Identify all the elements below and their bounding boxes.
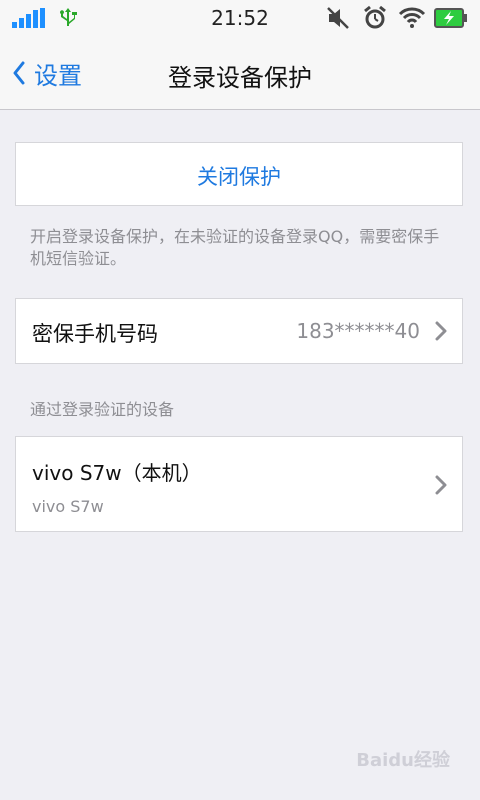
chevron-right-icon xyxy=(435,321,447,341)
navigation-bar: 设置 登录设备保护 xyxy=(0,36,480,110)
watermark: Baidu经验 xyxy=(356,750,450,771)
wifi-icon xyxy=(398,6,426,32)
protection-note: 开启登录设备保护，在未验证的设备登录QQ，需要密保手机短信验证。 xyxy=(30,227,440,268)
status-bar: 21:52 xyxy=(0,0,480,36)
page-title: 登录设备保护 xyxy=(168,64,312,92)
alarm-icon xyxy=(362,5,388,35)
close-protection-label: 关闭保护 xyxy=(197,165,281,189)
security-phone-label: 密保手机号码 xyxy=(32,322,158,346)
battery-charging-icon xyxy=(434,8,468,32)
device-model: vivo S7w xyxy=(32,497,104,516)
security-phone-row[interactable]: 密保手机号码 183******40 xyxy=(15,298,463,364)
chevron-right-icon xyxy=(435,475,447,495)
close-protection-button[interactable]: 关闭保护 xyxy=(15,142,463,206)
device-name: vivo S7w（本机） xyxy=(32,461,202,485)
security-phone-value: 183******40 xyxy=(296,319,420,343)
verified-devices-header: 通过登录验证的设备 xyxy=(30,400,175,419)
device-row[interactable]: vivo S7w（本机） vivo S7w xyxy=(15,436,463,532)
mute-icon xyxy=(326,6,352,34)
